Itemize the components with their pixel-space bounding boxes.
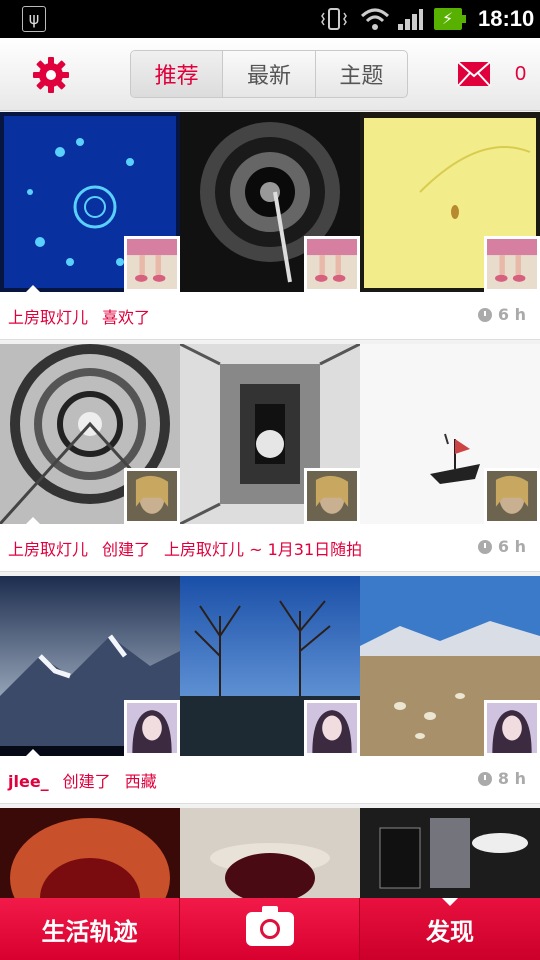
signal-icon bbox=[398, 9, 423, 30]
avatar[interactable] bbox=[304, 700, 360, 756]
app: ψ ⚡ 18:10 推荐 最新 主题 0 上房取灯儿 喜欢了 6 h 上房取灯儿… bbox=[0, 0, 540, 960]
photo-thumbnail[interactable] bbox=[360, 112, 540, 292]
photo-thumbnail[interactable] bbox=[180, 576, 360, 756]
top-header: 推荐 最新 主题 0 bbox=[0, 38, 540, 111]
feed-card bbox=[0, 808, 540, 898]
clock-icon bbox=[477, 307, 492, 322]
camera-icon bbox=[245, 906, 294, 946]
feed-subject[interactable]: 上房取灯儿 ~ 1月31日随拍 bbox=[164, 540, 362, 559]
camera-button[interactable] bbox=[180, 898, 360, 960]
avatar[interactable] bbox=[484, 700, 540, 756]
feed-caption: 上房取灯儿 喜欢了 6 h bbox=[0, 285, 540, 340]
nav-life-track[interactable]: 生活轨迹 bbox=[0, 898, 180, 960]
status-time: 18:10 bbox=[478, 6, 535, 31]
clock-icon bbox=[477, 539, 492, 554]
bottom-nav: 生活轨迹 发现 bbox=[0, 898, 540, 960]
feed-action: 创建了 bbox=[62, 772, 111, 791]
feed-user[interactable]: 上房取灯儿 bbox=[8, 308, 88, 327]
clock-icon bbox=[477, 771, 492, 786]
feed-user[interactable]: jlee_ bbox=[8, 772, 49, 791]
avatar[interactable] bbox=[484, 468, 540, 524]
photo-thumbnail[interactable] bbox=[0, 344, 180, 524]
photo-thumbnail[interactable] bbox=[180, 344, 360, 524]
photo-thumbnail[interactable] bbox=[180, 808, 360, 898]
photo-thumbnail[interactable] bbox=[360, 808, 540, 898]
feed-card: jlee_ 创建了 西藏 8 h bbox=[0, 576, 540, 804]
status-bar: ψ ⚡ 18:10 bbox=[0, 0, 540, 38]
nav-discover[interactable]: 发现 bbox=[360, 898, 540, 960]
activity-feed: 上房取灯儿 喜欢了 6 h 上房取灯儿 创建了 上房取灯儿 ~ 1月31日随拍 … bbox=[0, 112, 540, 898]
avatar[interactable] bbox=[304, 236, 360, 292]
feed-time: 6 h bbox=[477, 537, 526, 556]
usb-icon: ψ bbox=[22, 6, 46, 32]
battery-icon: ⚡ bbox=[434, 8, 466, 30]
feed-caption: jlee_ 创建了 西藏 8 h bbox=[0, 749, 540, 804]
photo-row bbox=[0, 344, 540, 524]
avatar[interactable] bbox=[484, 236, 540, 292]
feed-time: 6 h bbox=[477, 305, 526, 324]
photo-row bbox=[0, 576, 540, 756]
photo-thumbnail[interactable] bbox=[0, 576, 180, 756]
tab-latest[interactable]: 最新 bbox=[223, 51, 316, 97]
feed-card: 上房取灯儿 创建了 上房取灯儿 ~ 1月31日随拍 6 h bbox=[0, 344, 540, 572]
photo-thumbnail[interactable] bbox=[0, 112, 180, 292]
avatar[interactable] bbox=[124, 236, 180, 292]
tab-topics[interactable]: 主题 bbox=[316, 51, 407, 97]
photo-row bbox=[0, 808, 540, 898]
vibrate-icon bbox=[321, 8, 347, 30]
photo-row bbox=[0, 112, 540, 292]
avatar[interactable] bbox=[124, 700, 180, 756]
feed-user[interactable]: 上房取灯儿 bbox=[8, 540, 88, 559]
tab-recommended[interactable]: 推荐 bbox=[131, 51, 224, 97]
wifi-icon bbox=[360, 8, 390, 30]
avatar[interactable] bbox=[124, 468, 180, 524]
feed-action: 创建了 bbox=[102, 540, 151, 559]
avatar[interactable] bbox=[304, 468, 360, 524]
photo-thumbnail[interactable] bbox=[180, 112, 360, 292]
photo-thumbnail[interactable] bbox=[360, 576, 540, 756]
feed-time: 8 h bbox=[477, 769, 526, 788]
feed-card: 上房取灯儿 喜欢了 6 h bbox=[0, 112, 540, 340]
photo-thumbnail[interactable] bbox=[360, 344, 540, 524]
gear-icon[interactable] bbox=[32, 56, 70, 94]
message-count[interactable]: 0 bbox=[515, 63, 526, 86]
feed-subject[interactable]: 西藏 bbox=[125, 772, 157, 791]
feed-caption: 上房取灯儿 创建了 上房取灯儿 ~ 1月31日随拍 6 h bbox=[0, 517, 540, 572]
mail-icon[interactable] bbox=[457, 61, 491, 87]
feed-tabs: 推荐 最新 主题 bbox=[130, 50, 408, 98]
feed-action: 喜欢了 bbox=[102, 308, 151, 327]
photo-thumbnail[interactable] bbox=[0, 808, 180, 898]
